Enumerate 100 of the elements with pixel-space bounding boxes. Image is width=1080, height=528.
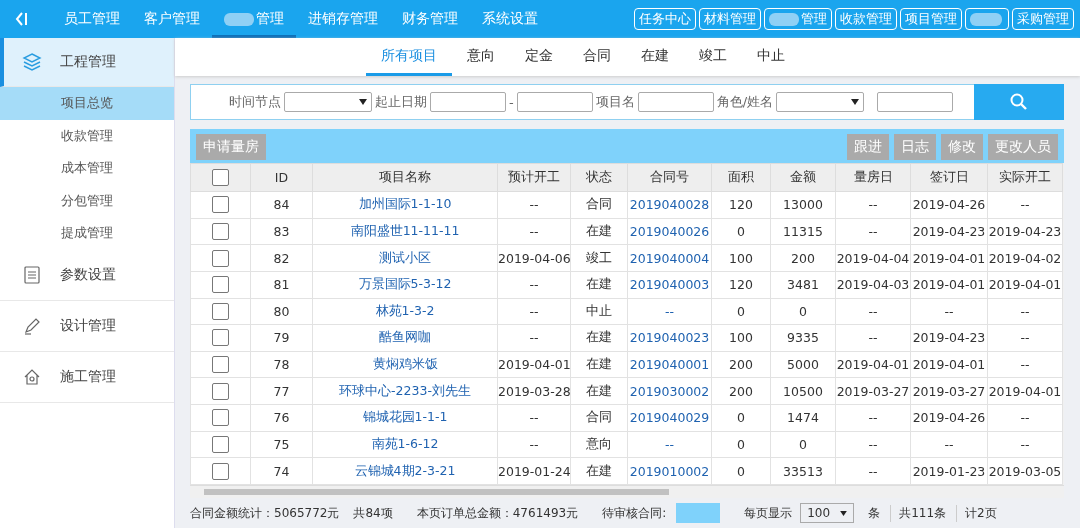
- table-link[interactable]: 黄焖鸡米饭: [312, 351, 498, 378]
- table-link[interactable]: 2019040028: [627, 191, 712, 219]
- table-cell: 100: [711, 244, 771, 272]
- row-checkbox[interactable]: [212, 249, 229, 267]
- table-cell: 80: [250, 298, 313, 325]
- status-tab[interactable]: 合同: [567, 38, 626, 76]
- table-cell: 81: [250, 271, 313, 298]
- table-cell: 74: [250, 457, 313, 485]
- status-tab[interactable]: 所有项目: [365, 38, 452, 76]
- text-field[interactable]: [637, 92, 714, 112]
- sidebar-section[interactable]: 设计管理: [0, 300, 174, 352]
- table-link[interactable]: 林苑1-3-2: [312, 298, 498, 325]
- table-link[interactable]: 锦城花园1-1-1: [312, 404, 498, 432]
- row-checkbox[interactable]: [212, 409, 229, 427]
- table-cell: 79: [250, 324, 313, 352]
- column-header[interactable]: 金额: [770, 163, 836, 192]
- select-field[interactable]: [776, 92, 865, 112]
- table-link[interactable]: --: [627, 431, 712, 458]
- table-cell: 中止: [570, 298, 628, 325]
- column-header[interactable]: ID: [250, 163, 313, 192]
- status-tab[interactable]: 中止: [741, 38, 800, 76]
- table-link[interactable]: --: [627, 298, 712, 325]
- sidebar-item[interactable]: 成本管理: [0, 152, 174, 185]
- row-checkbox[interactable]: [212, 276, 229, 294]
- page-size-label: 每页显示: [744, 504, 793, 522]
- table-link[interactable]: 2019040004: [627, 244, 712, 272]
- column-header[interactable]: 量房日: [835, 163, 911, 192]
- table-link[interactable]: 万景国际5-3-12: [312, 271, 498, 298]
- row-checkbox[interactable]: [212, 302, 229, 320]
- table-link[interactable]: 2019040026: [627, 218, 712, 245]
- status-tab[interactable]: 在建: [625, 38, 684, 76]
- column-header[interactable]: 合同号: [627, 163, 712, 192]
- table-cell: 在建: [570, 324, 628, 352]
- column-header[interactable]: 状态: [570, 163, 628, 192]
- column-header[interactable]: 面积: [711, 163, 771, 192]
- table-link[interactable]: 南阳盛世11-11-11: [312, 218, 498, 245]
- column-header[interactable]: 签订日: [910, 163, 988, 192]
- sidebar-section[interactable]: 工程管理: [0, 38, 174, 87]
- sidebar-item[interactable]: 项目总览: [0, 87, 174, 120]
- table-cell: 13000: [770, 191, 836, 219]
- table-cell: 0: [770, 298, 836, 325]
- row-checkbox[interactable]: [212, 329, 229, 347]
- horizontal-scrollbar[interactable]: [190, 485, 1064, 498]
- table-cell: 2019-04-26: [910, 404, 988, 432]
- column-header[interactable]: 预计开工: [497, 163, 571, 192]
- sidebar-section[interactable]: 施工管理: [0, 351, 174, 403]
- table-cell: --: [987, 324, 1063, 352]
- table-link[interactable]: 酷鱼网咖: [312, 324, 498, 352]
- text-field[interactable]: [877, 92, 954, 112]
- table-link[interactable]: 2019040029: [627, 404, 712, 432]
- collapse-icon[interactable]: [14, 11, 28, 27]
- section-label: 施工管理: [60, 367, 116, 386]
- table-link[interactable]: 测试小区: [312, 244, 498, 272]
- table-link[interactable]: 加州国际1-1-10: [312, 191, 498, 219]
- filter-label: 角色/姓名: [716, 93, 774, 111]
- status-tab[interactable]: 竣工: [683, 38, 742, 76]
- status-tab[interactable]: 定金: [509, 38, 568, 76]
- status-tab[interactable]: 意向: [451, 38, 510, 76]
- nav-button[interactable]: [965, 8, 1009, 30]
- row-checkbox[interactable]: [212, 196, 229, 214]
- row-checkbox[interactable]: [212, 356, 229, 374]
- page-size-select[interactable]: 100: [800, 503, 855, 523]
- column-header[interactable]: 项目名称: [312, 163, 498, 192]
- row-checkbox[interactable]: [212, 435, 229, 453]
- table-cell: 33513: [770, 457, 836, 485]
- table-link[interactable]: 云锦城4期2-3-21: [312, 457, 498, 485]
- pending-label: 待审核合同:: [602, 504, 667, 522]
- table-link[interactable]: 2019040001: [627, 351, 712, 378]
- table-cell: 2019-04-23: [987, 218, 1063, 245]
- table-cell: 120: [711, 271, 771, 298]
- table-cell: --: [910, 298, 988, 325]
- column-header[interactable]: 实际开工: [987, 163, 1063, 192]
- table-link[interactable]: 2019030002: [627, 377, 712, 405]
- table-cell: 2019-04-02: [987, 244, 1063, 272]
- sidebar-item[interactable]: 分包管理: [0, 184, 174, 217]
- table-cell: 0: [711, 218, 771, 245]
- table-link[interactable]: 2019040023: [627, 324, 712, 352]
- table-cell: --: [835, 218, 911, 245]
- row-checkbox[interactable]: [212, 462, 229, 480]
- table-link[interactable]: 南苑1-6-12: [312, 431, 498, 458]
- table-cell: 2019-04-01: [497, 351, 571, 378]
- table-link[interactable]: 环球中心-2233-刘先生: [312, 377, 498, 405]
- table-cell: 2019-04-01: [910, 244, 988, 272]
- table-cell: 5000: [770, 351, 836, 378]
- table-link[interactable]: 2019010002: [627, 457, 712, 485]
- row-checkbox[interactable]: [212, 222, 229, 240]
- pending-swatch[interactable]: [676, 503, 721, 523]
- row-checkbox[interactable]: [212, 382, 229, 400]
- table-cell: --: [835, 324, 911, 352]
- sidebar-item[interactable]: 收款管理: [0, 119, 174, 152]
- start-date-field[interactable]: [430, 92, 506, 112]
- sidebar-item[interactable]: 提成管理: [0, 217, 174, 250]
- end-date-field[interactable]: [516, 92, 593, 112]
- caret-icon: [359, 99, 367, 105]
- sidebar-section[interactable]: 参数设置: [0, 249, 174, 301]
- table-cell: 2019-04-01: [835, 351, 911, 378]
- select-all-checkbox[interactable]: [212, 169, 229, 186]
- select-field[interactable]: [284, 92, 372, 112]
- table-cell: 2019-03-27: [835, 377, 911, 405]
- table-link[interactable]: 2019040003: [627, 271, 712, 298]
